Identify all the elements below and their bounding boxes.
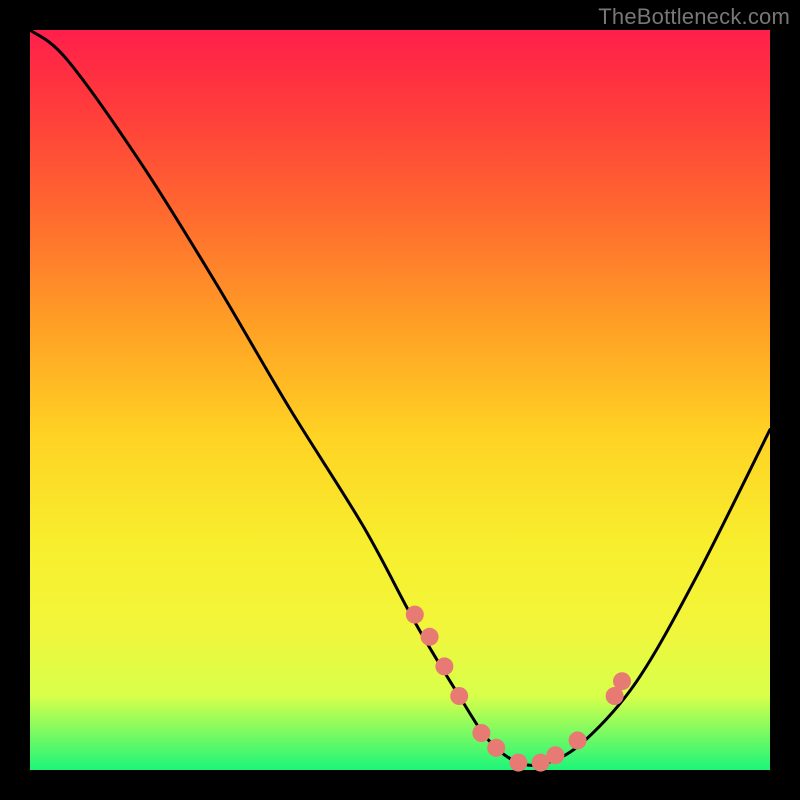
marker-point <box>546 746 564 764</box>
bottleneck-curve <box>30 30 770 765</box>
marker-point <box>487 739 505 757</box>
marker-point <box>472 724 490 742</box>
marker-point <box>613 672 631 690</box>
chart-svg <box>30 30 770 770</box>
plot-area <box>30 30 770 770</box>
marker-point <box>450 687 468 705</box>
marker-point <box>509 754 527 772</box>
marker-point <box>406 606 424 624</box>
marker-point <box>569 731 587 749</box>
chart-frame: TheBottleneck.com <box>0 0 800 800</box>
marker-point <box>421 628 439 646</box>
watermark-text: TheBottleneck.com <box>598 4 790 30</box>
marker-point <box>435 657 453 675</box>
highlight-markers <box>406 606 631 772</box>
